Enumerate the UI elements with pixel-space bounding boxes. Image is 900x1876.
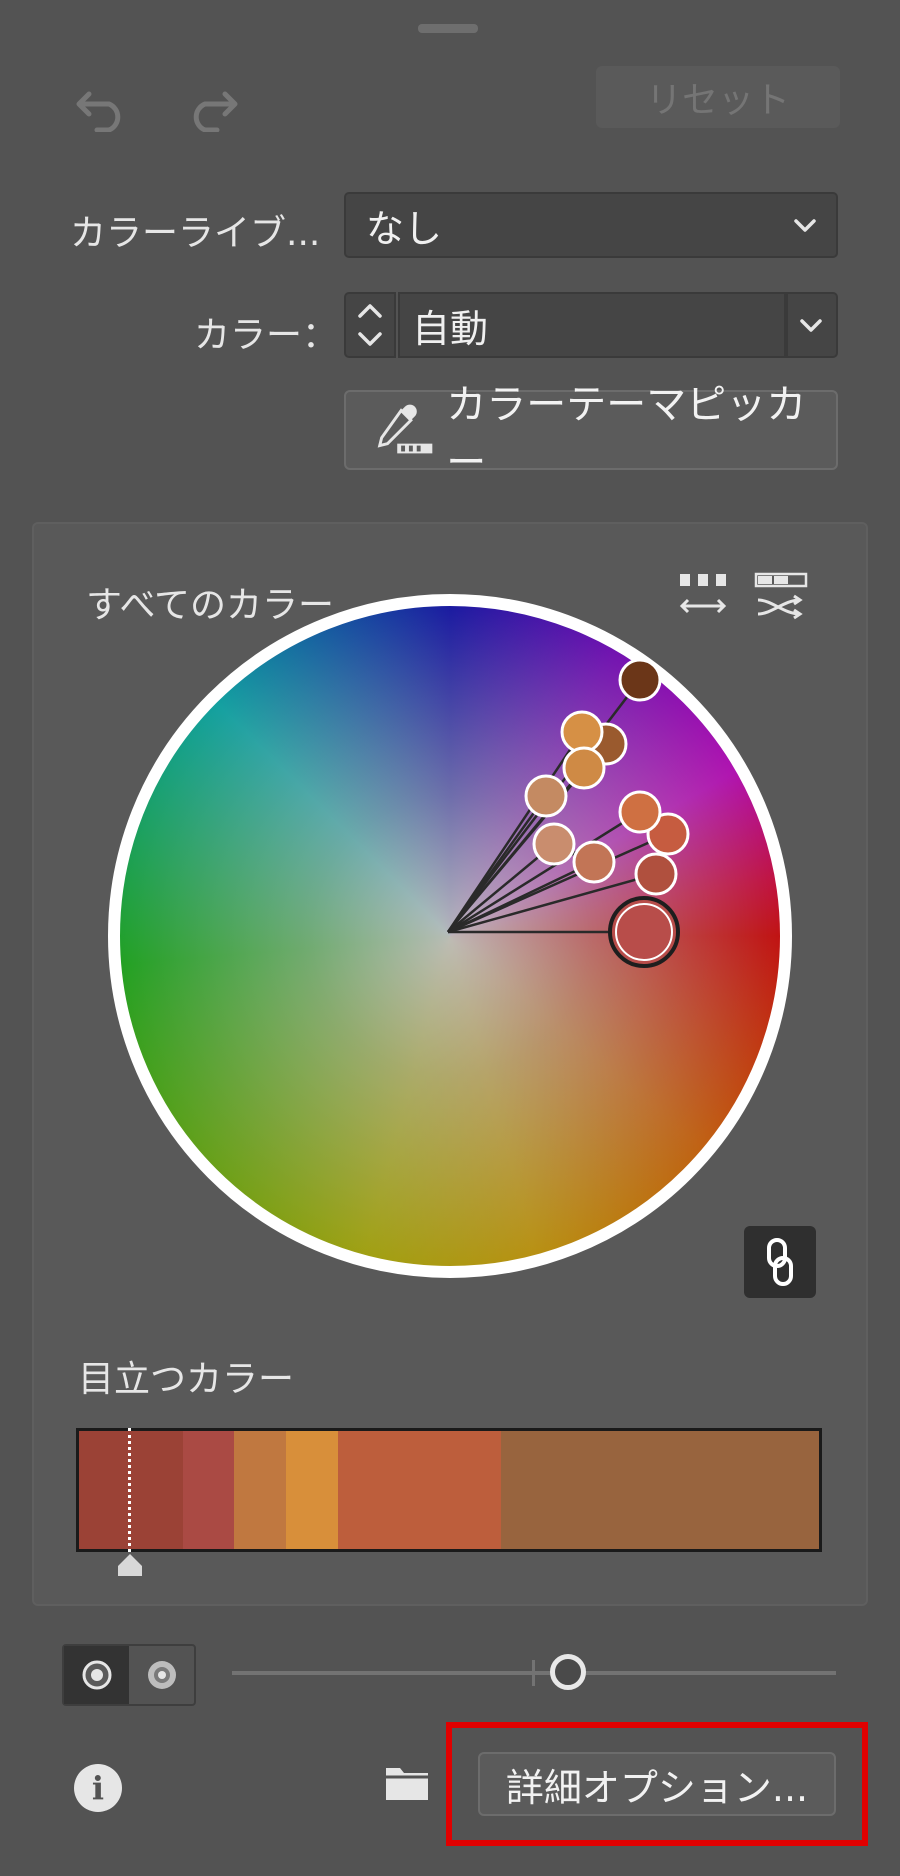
spread-colors-icon[interactable]: [676, 570, 730, 622]
color-count-stepper[interactable]: [344, 292, 396, 358]
undo-arrow-icon: [76, 91, 121, 132]
color-library-label: カラーライブ...: [70, 213, 321, 254]
strip-marker-line: [128, 1428, 131, 1552]
color-theme-picker-button[interactable]: カラーテーマピッカー: [344, 382, 838, 486]
color-count-label: カラー：: [194, 315, 339, 356]
prominent-color-segment[interactable]: [286, 1431, 338, 1549]
segmented-wheel-icon: [147, 1661, 176, 1689]
prominent-color-segment[interactable]: [182, 1431, 235, 1549]
color-count-dropdown-toggle[interactable]: [786, 292, 838, 358]
chevron-down-icon: [794, 219, 816, 232]
color-library-dropdown[interactable]: なし: [344, 192, 838, 258]
smooth-wheel-icon: [82, 1660, 111, 1690]
color-theme-picker-label: カラーテーマピッカー: [446, 382, 807, 486]
shuffle-colors-icon[interactable]: [754, 570, 808, 622]
saturation-slider-thumb[interactable]: [550, 1654, 586, 1690]
folder-icon[interactable]: [382, 1760, 432, 1804]
smooth-wheel-mode-button[interactable]: [64, 1646, 129, 1704]
eyedropper-icon: [377, 404, 433, 454]
link-harmony-button[interactable]: [744, 1226, 816, 1298]
prominent-colors-strip[interactable]: [76, 1428, 822, 1552]
recolor-panel: リセット カラーライブ... なし カラー： 自動 カラーテーマピッカー すべて…: [0, 0, 900, 1876]
prominent-colors-title: 目立つカラー: [78, 1359, 295, 1400]
strip-marker-handle[interactable]: [116, 1552, 144, 1578]
prominent-color-segment[interactable]: [234, 1431, 287, 1549]
color-library-value: なし: [366, 206, 443, 251]
prominent-color-segment[interactable]: [500, 1431, 819, 1549]
advanced-options-button[interactable]: 詳細オプション...: [478, 1752, 836, 1816]
color-count-value: 自動: [412, 306, 489, 351]
color-count-dropdown[interactable]: 自動: [398, 292, 786, 358]
chevron-down-icon: [800, 319, 822, 332]
panel-grip[interactable]: [418, 24, 478, 33]
reset-button[interactable]: リセット: [596, 66, 840, 128]
saturation-slider-tick: [532, 1660, 535, 1686]
color-wheel[interactable]: [108, 594, 792, 1278]
redo-arrow-icon: [193, 91, 238, 132]
undo-button[interactable]: [68, 72, 138, 142]
segmented-wheel-mode-button[interactable]: [129, 1646, 194, 1704]
stepper-arrows-icon: [358, 304, 382, 346]
link-icon: [767, 1238, 793, 1286]
info-icon[interactable]: i: [74, 1764, 122, 1812]
all-colors-title: すべてのカラー: [86, 585, 335, 626]
prominent-color-segment[interactable]: [337, 1431, 501, 1549]
display-mode-group: [62, 1644, 196, 1706]
redo-button[interactable]: [176, 72, 246, 142]
